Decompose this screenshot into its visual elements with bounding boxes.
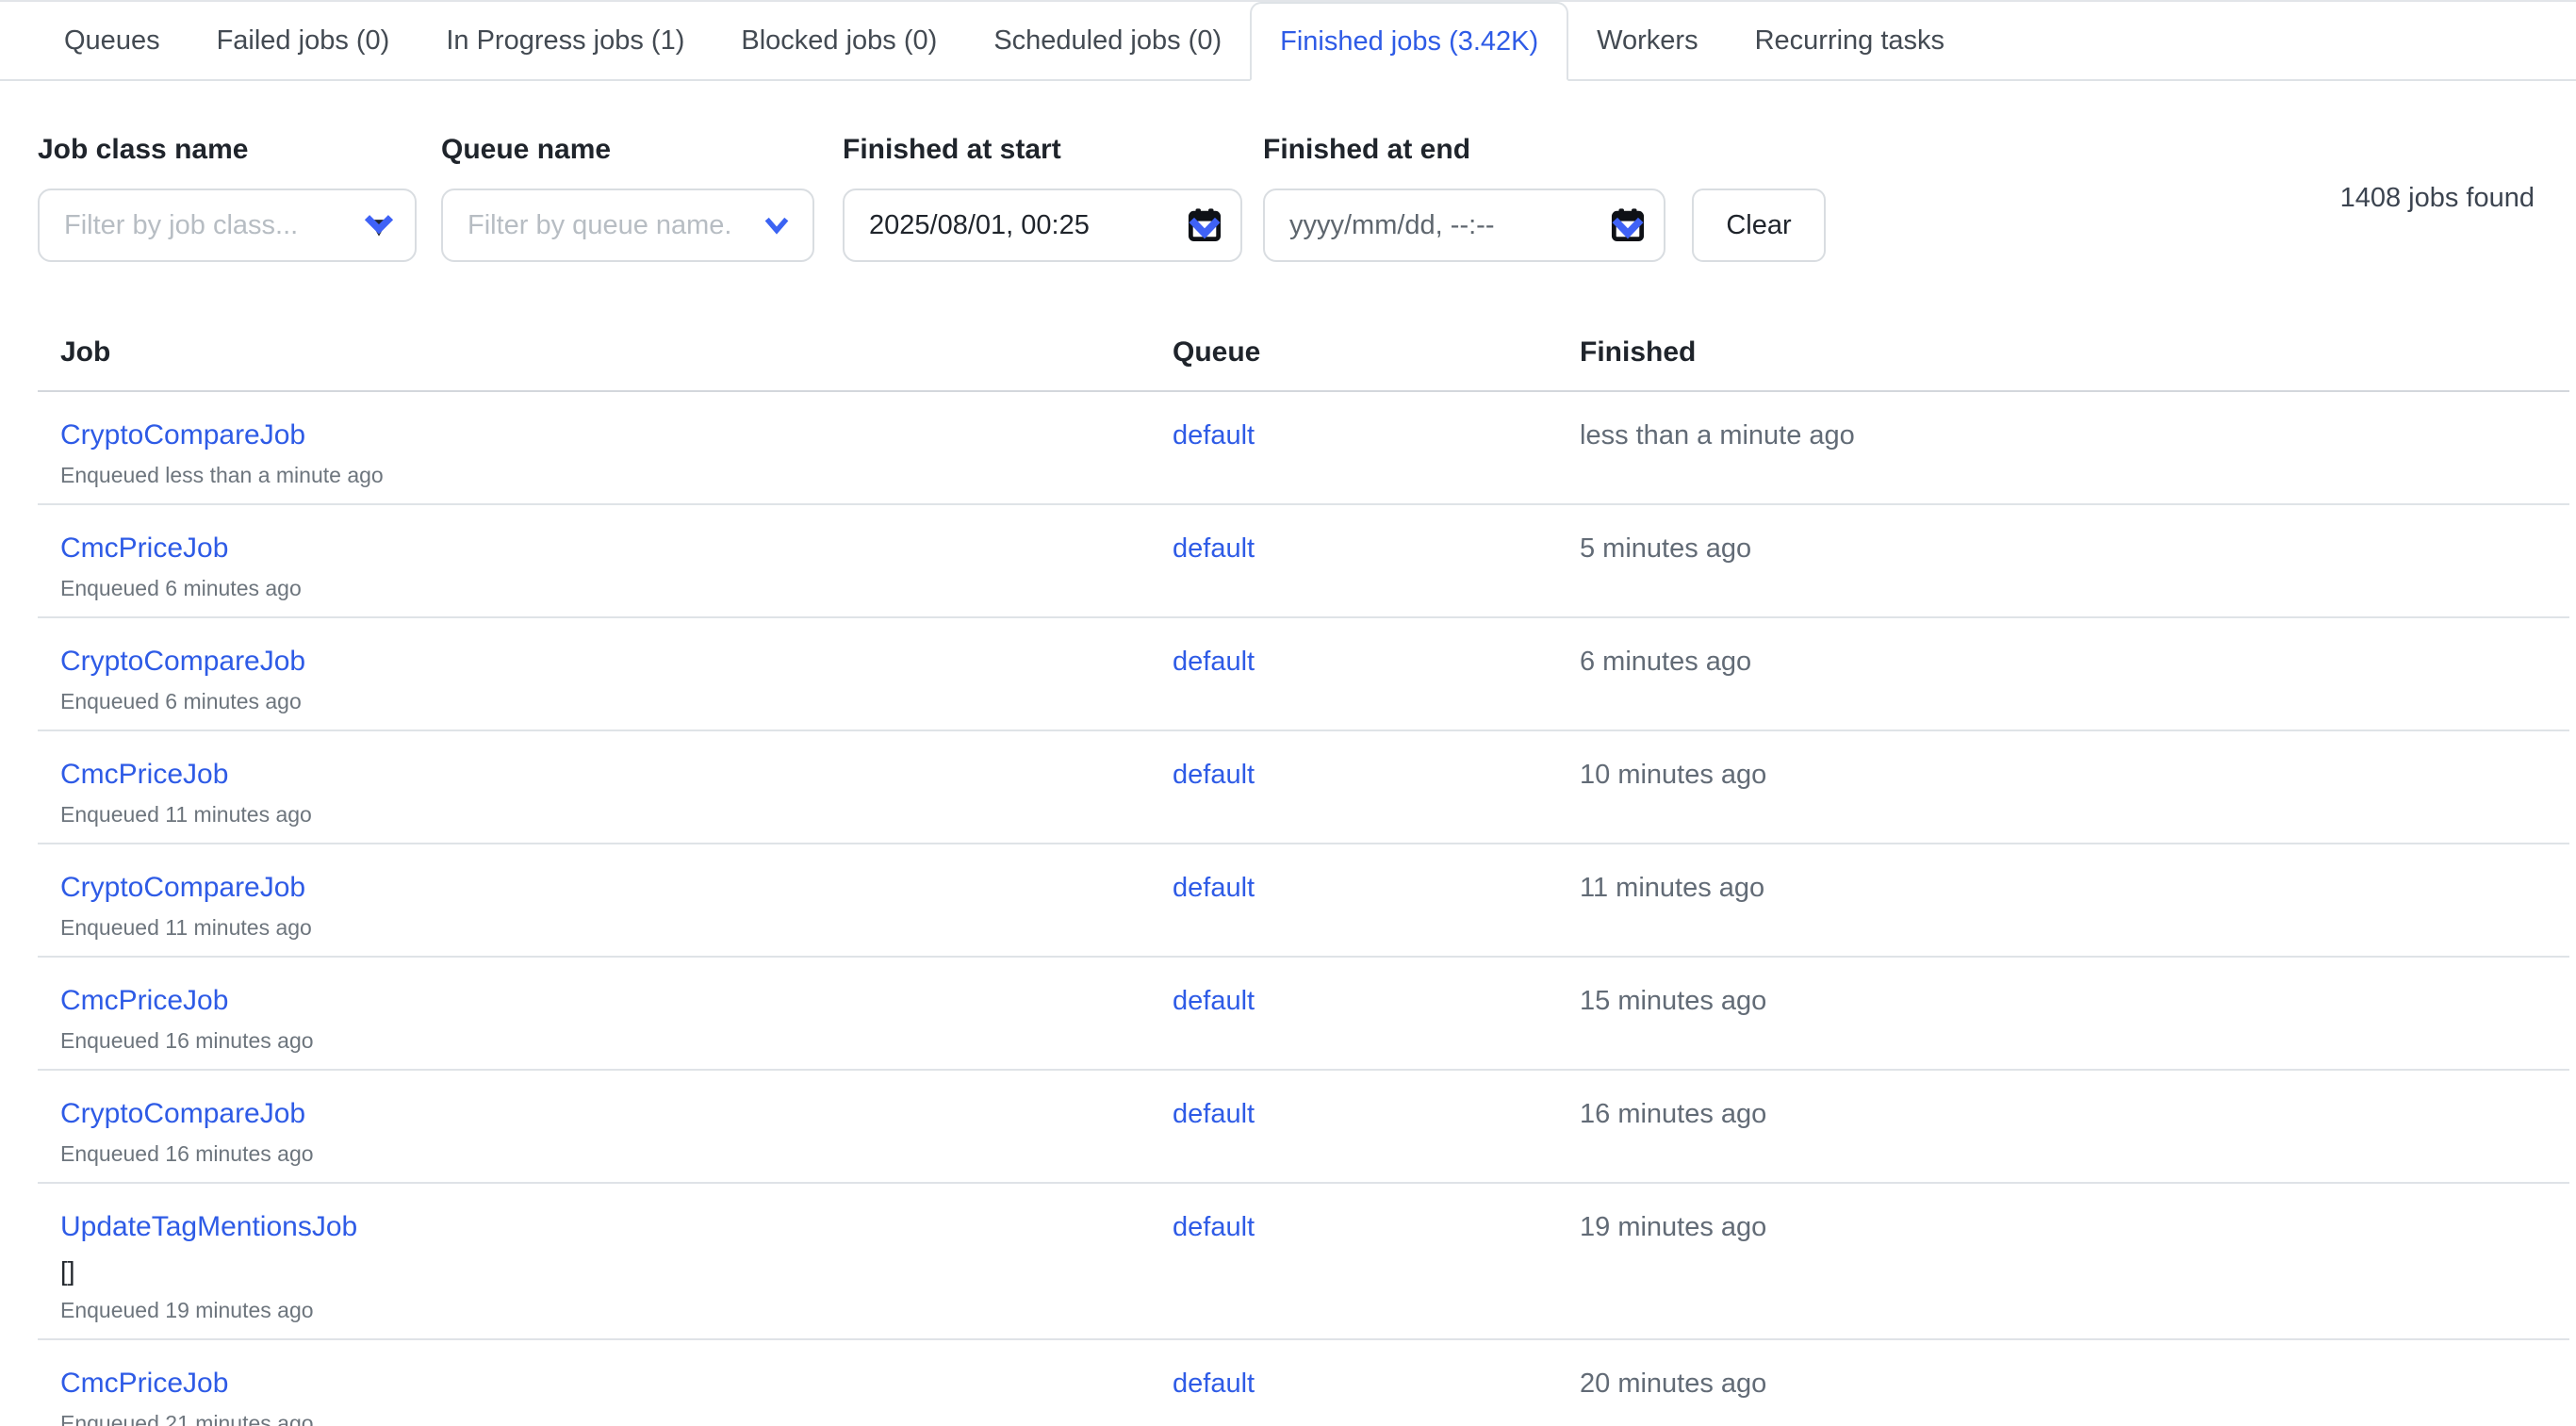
finished-time: 20 minutes ago <box>1580 1369 1766 1399</box>
enqueued-text: Enqueued 6 minutes ago <box>60 688 1150 714</box>
chevron-down-icon <box>358 205 400 246</box>
enqueued-text: Enqueued less than a minute ago <box>60 462 1150 488</box>
enqueued-text: Enqueued 21 minutes ago <box>60 1410 1150 1426</box>
tab-queues[interactable]: Queues <box>36 2 189 79</box>
tab-workers[interactable]: Workers <box>1568 2 1726 79</box>
queue-filter-group: Queue name <box>441 134 814 166</box>
enqueued-text: Enqueued 11 minutes ago <box>60 914 1150 941</box>
tab-failed-jobs[interactable]: Failed jobs (0) <box>189 2 418 79</box>
finished-end-filter-group: Finished at end <box>1263 134 1665 166</box>
finished-at-end-label: Finished at end <box>1263 134 1665 166</box>
finished-jobs-table: Job Queue Finished CryptoCompareJob Enqu… <box>38 320 2569 1426</box>
clear-filters-button[interactable]: Clear <box>1692 188 1826 262</box>
enqueued-text: Enqueued 19 minutes ago <box>60 1297 1150 1323</box>
finished-at-start-label: Finished at start <box>843 134 1242 166</box>
finished-time: 6 minutes ago <box>1580 647 1751 677</box>
table-row: CmcPriceJob Enqueued 16 minutes ago defa… <box>38 958 2569 1071</box>
finished-at-end-input[interactable] <box>1263 188 1665 262</box>
tab-recurring-tasks[interactable]: Recurring tasks <box>1727 2 1973 79</box>
finished-time: 5 minutes ago <box>1580 533 1751 564</box>
calendar-icon[interactable] <box>1184 205 1225 246</box>
enqueued-text: Enqueued 16 minutes ago <box>60 1027 1150 1054</box>
enqueued-text: Enqueued 16 minutes ago <box>60 1140 1150 1167</box>
column-header-queue: Queue <box>1150 320 1557 390</box>
enqueued-text: Enqueued 6 minutes ago <box>60 575 1150 601</box>
chevron-down-icon <box>756 205 797 246</box>
job-link[interactable]: CryptoCompareJob <box>60 645 305 679</box>
table-row: CryptoCompareJob Enqueued 16 minutes ago… <box>38 1071 2569 1184</box>
job-link[interactable]: CryptoCompareJob <box>60 871 305 905</box>
job-link[interactable]: CmcPriceJob <box>60 532 228 565</box>
table-row: CryptoCompareJob Enqueued 6 minutes ago … <box>38 618 2569 731</box>
job-link[interactable]: CmcPriceJob <box>60 1367 228 1401</box>
column-header-job: Job <box>38 320 1150 390</box>
finished-at-start-input[interactable] <box>843 188 1242 262</box>
tab-in-progress-jobs[interactable]: In Progress jobs (1) <box>418 2 713 79</box>
job-link[interactable]: CmcPriceJob <box>60 758 228 792</box>
finished-time: 15 minutes ago <box>1580 986 1766 1016</box>
enqueued-text: Enqueued 11 minutes ago <box>60 801 1150 828</box>
table-row: CmcPriceJob Enqueued 11 minutes ago defa… <box>38 731 2569 844</box>
table-row: CryptoCompareJob Enqueued less than a mi… <box>38 392 2569 505</box>
tab-blocked-jobs[interactable]: Blocked jobs (0) <box>713 2 965 79</box>
tab-scheduled-jobs[interactable]: Scheduled jobs (0) <box>965 2 1250 79</box>
finished-time: 10 minutes ago <box>1580 760 1766 790</box>
queue-link[interactable]: default <box>1173 532 1255 565</box>
finished-time: less than a minute ago <box>1580 420 1855 451</box>
filter-bar: Job class name Queue name Finished at st… <box>38 134 2535 266</box>
job-link[interactable]: CryptoCompareJob <box>60 418 305 452</box>
tab-finished-jobs[interactable]: Finished jobs (3.42K) <box>1250 2 1568 81</box>
job-link[interactable]: CmcPriceJob <box>60 984 228 1018</box>
finished-time: 11 minutes ago <box>1580 873 1764 903</box>
job-class-filter-group: Job class name <box>38 134 417 166</box>
table-row: CmcPriceJob Enqueued 21 minutes ago defa… <box>38 1340 2569 1426</box>
finished-start-filter-group: Finished at start <box>843 134 1242 166</box>
table-row: CryptoCompareJob Enqueued 11 minutes ago… <box>38 844 2569 958</box>
queue-link[interactable]: default <box>1173 418 1255 452</box>
queue-link[interactable]: default <box>1173 1097 1255 1131</box>
job-link[interactable]: UpdateTagMentionsJob <box>60 1210 357 1244</box>
queue-link[interactable]: default <box>1173 645 1255 679</box>
results-count: 1408 jobs found <box>2340 183 2535 214</box>
job-class-label: Job class name <box>38 134 417 166</box>
job-link[interactable]: CryptoCompareJob <box>60 1097 305 1131</box>
queue-link[interactable]: default <box>1173 984 1255 1018</box>
queue-link[interactable]: default <box>1173 871 1255 905</box>
finished-time: 16 minutes ago <box>1580 1099 1766 1129</box>
calendar-icon[interactable] <box>1607 205 1649 246</box>
finished-time: 19 minutes ago <box>1580 1212 1766 1242</box>
tab-bar: Queues Failed jobs (0) In Progress jobs … <box>0 2 2576 81</box>
table-row: CmcPriceJob Enqueued 6 minutes ago defau… <box>38 505 2569 618</box>
table-header-row: Job Queue Finished <box>38 320 2569 392</box>
job-arguments: [] <box>60 1255 1150 1287</box>
queue-link[interactable]: default <box>1173 758 1255 792</box>
column-header-finished: Finished <box>1557 320 2569 390</box>
queue-name-label: Queue name <box>441 134 814 166</box>
table-row: UpdateTagMentionsJob [] Enqueued 19 minu… <box>38 1184 2569 1340</box>
queue-link[interactable]: default <box>1173 1367 1255 1401</box>
queue-link[interactable]: default <box>1173 1210 1255 1244</box>
